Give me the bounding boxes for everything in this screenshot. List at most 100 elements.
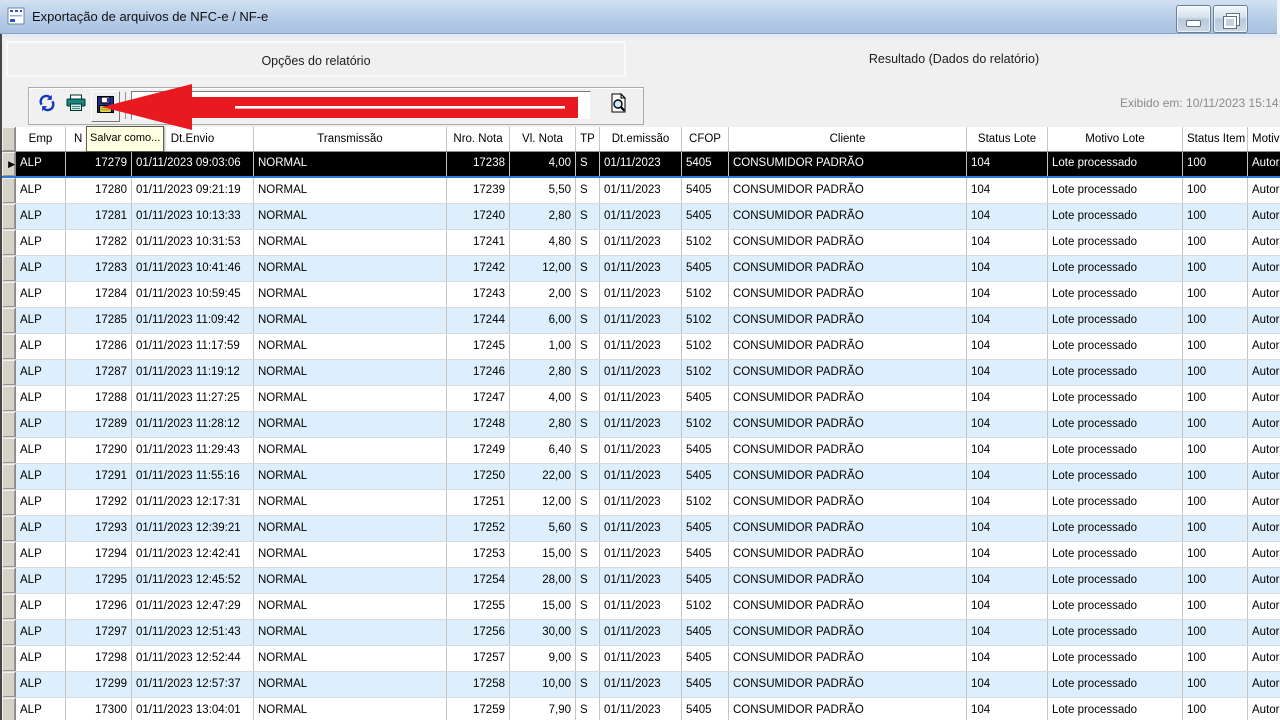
cell-cfop[interactable]: 5405 — [682, 386, 729, 411]
cell-motivo[interactable]: Autori — [1248, 672, 1280, 697]
cell-tp[interactable]: S — [576, 230, 600, 255]
cell-dt_emissao[interactable]: 01/11/2023 — [600, 204, 682, 229]
cell-vl_nota[interactable]: 7,90 — [510, 698, 576, 720]
cell-tp[interactable]: S — [576, 594, 600, 619]
cell-tp[interactable]: S — [576, 282, 600, 307]
cell-lote[interactable]: 17282 — [66, 230, 132, 255]
cell-lote[interactable]: 17288 — [66, 386, 132, 411]
cell-nro_nota[interactable]: 17256 — [447, 620, 510, 645]
cell-transmissao[interactable]: NORMAL — [254, 256, 447, 281]
cell-dt_envio[interactable]: 01/11/2023 11:27:25 — [132, 386, 254, 411]
cell-dt_emissao[interactable]: 01/11/2023 — [600, 178, 682, 203]
column-header-dt_emissao[interactable]: Dt.emissão — [600, 127, 682, 151]
cell-dt_envio[interactable]: 01/11/2023 12:47:29 — [132, 594, 254, 619]
cell-nro_nota[interactable]: 17257 — [447, 646, 510, 671]
cell-transmissao[interactable]: NORMAL — [254, 282, 447, 307]
print-button[interactable] — [62, 91, 89, 120]
cell-tp[interactable]: S — [576, 178, 600, 203]
cell-transmissao[interactable]: NORMAL — [254, 490, 447, 515]
cell-motivo_lote[interactable]: Lote processado — [1048, 672, 1183, 697]
cell-emp[interactable]: ALP — [16, 152, 66, 176]
table-row[interactable]: ALP1729801/11/2023 12:52:44NORMAL172579,… — [2, 646, 1280, 672]
cell-dt_emissao[interactable]: 01/11/2023 — [600, 542, 682, 567]
cell-motivo_lote[interactable]: Lote processado — [1048, 334, 1183, 359]
cell-cfop[interactable]: 5405 — [682, 516, 729, 541]
cell-status_item[interactable]: 100 — [1183, 308, 1248, 333]
table-row[interactable]: ALP1729701/11/2023 12:51:43NORMAL1725630… — [2, 620, 1280, 646]
cell-lote[interactable]: 17297 — [66, 620, 132, 645]
cell-vl_nota[interactable]: 15,00 — [510, 594, 576, 619]
cell-transmissao[interactable]: NORMAL — [254, 386, 447, 411]
cell-transmissao[interactable]: NORMAL — [254, 308, 447, 333]
cell-motivo_lote[interactable]: Lote processado — [1048, 542, 1183, 567]
cell-tp[interactable]: S — [576, 386, 600, 411]
cell-lote[interactable]: 17298 — [66, 646, 132, 671]
cell-status_item[interactable]: 100 — [1183, 542, 1248, 567]
cell-motivo[interactable]: Autori — [1248, 204, 1280, 229]
cell-lote[interactable]: 17283 — [66, 256, 132, 281]
table-row[interactable]: ALP1728201/11/2023 10:31:53NORMAL172414,… — [2, 230, 1280, 256]
cell-cfop[interactable]: 5405 — [682, 256, 729, 281]
cell-emp[interactable]: ALP — [16, 282, 66, 307]
cell-emp[interactable]: ALP — [16, 438, 66, 463]
cell-vl_nota[interactable]: 1,00 — [510, 334, 576, 359]
cell-tp[interactable]: S — [576, 464, 600, 489]
cell-vl_nota[interactable]: 2,80 — [510, 360, 576, 385]
cell-motivo_lote[interactable]: Lote processado — [1048, 152, 1183, 176]
column-header-cliente[interactable]: Cliente — [729, 127, 967, 151]
cell-lote[interactable]: 17296 — [66, 594, 132, 619]
cell-motivo_lote[interactable]: Lote processado — [1048, 412, 1183, 437]
cell-transmissao[interactable]: NORMAL — [254, 360, 447, 385]
cell-lote[interactable]: 17284 — [66, 282, 132, 307]
cell-nro_nota[interactable]: 17251 — [447, 490, 510, 515]
row-selector-gutter[interactable] — [2, 360, 16, 385]
cell-transmissao[interactable]: NORMAL — [254, 698, 447, 720]
row-selector-gutter[interactable] — [2, 256, 16, 281]
row-selector-gutter[interactable] — [2, 438, 16, 463]
cell-emp[interactable]: ALP — [16, 516, 66, 541]
cell-status_lote[interactable]: 104 — [967, 230, 1048, 255]
cell-dt_envio[interactable]: 01/11/2023 11:19:12 — [132, 360, 254, 385]
cell-status_lote[interactable]: 104 — [967, 672, 1048, 697]
cell-cfop[interactable]: 5405 — [682, 204, 729, 229]
cell-dt_envio[interactable]: 01/11/2023 10:31:53 — [132, 230, 254, 255]
cell-cliente[interactable]: CONSUMIDOR PADRÃO — [729, 516, 967, 541]
cell-cliente[interactable]: CONSUMIDOR PADRÃO — [729, 360, 967, 385]
cell-cfop[interactable]: 5405 — [682, 698, 729, 720]
cell-vl_nota[interactable]: 9,00 — [510, 646, 576, 671]
cell-motivo[interactable]: Autori — [1248, 516, 1280, 541]
row-selector-gutter[interactable] — [2, 204, 16, 229]
cell-emp[interactable]: ALP — [16, 178, 66, 203]
cell-nro_nota[interactable]: 17243 — [447, 282, 510, 307]
cell-lote[interactable]: 17299 — [66, 672, 132, 697]
cell-motivo[interactable]: Autori — [1248, 334, 1280, 359]
cell-vl_nota[interactable]: 4,00 — [510, 386, 576, 411]
cell-cliente[interactable]: CONSUMIDOR PADRÃO — [729, 178, 967, 203]
cell-status_item[interactable]: 100 — [1183, 438, 1248, 463]
cell-status_item[interactable]: 100 — [1183, 412, 1248, 437]
cell-emp[interactable]: ALP — [16, 646, 66, 671]
column-header-motivo_lote[interactable]: Motivo Lote — [1048, 127, 1183, 151]
cell-emp[interactable]: ALP — [16, 412, 66, 437]
cell-dt_emissao[interactable]: 01/11/2023 — [600, 438, 682, 463]
table-row[interactable]: ALP1728501/11/2023 11:09:42NORMAL172446,… — [2, 308, 1280, 334]
cell-status_item[interactable]: 100 — [1183, 178, 1248, 203]
cell-nro_nota[interactable]: 17255 — [447, 594, 510, 619]
cell-vl_nota[interactable]: 4,80 — [510, 230, 576, 255]
cell-motivo[interactable]: Autori — [1248, 152, 1280, 176]
row-selector-gutter[interactable] — [2, 594, 16, 619]
cell-tp[interactable]: S — [576, 412, 600, 437]
cell-cliente[interactable]: CONSUMIDOR PADRÃO — [729, 464, 967, 489]
cell-vl_nota[interactable]: 5,50 — [510, 178, 576, 203]
cell-dt_emissao[interactable]: 01/11/2023 — [600, 386, 682, 411]
cell-status_item[interactable]: 100 — [1183, 646, 1248, 671]
row-selector-gutter[interactable] — [2, 230, 16, 255]
cell-emp[interactable]: ALP — [16, 490, 66, 515]
cell-lote[interactable]: 17280 — [66, 178, 132, 203]
cell-transmissao[interactable]: NORMAL — [254, 594, 447, 619]
cell-status_lote[interactable]: 104 — [967, 516, 1048, 541]
cell-dt_emissao[interactable]: 01/11/2023 — [600, 152, 682, 176]
cell-motivo[interactable]: Autori — [1248, 282, 1280, 307]
cell-cfop[interactable]: 5102 — [682, 594, 729, 619]
cell-motivo_lote[interactable]: Lote processado — [1048, 594, 1183, 619]
